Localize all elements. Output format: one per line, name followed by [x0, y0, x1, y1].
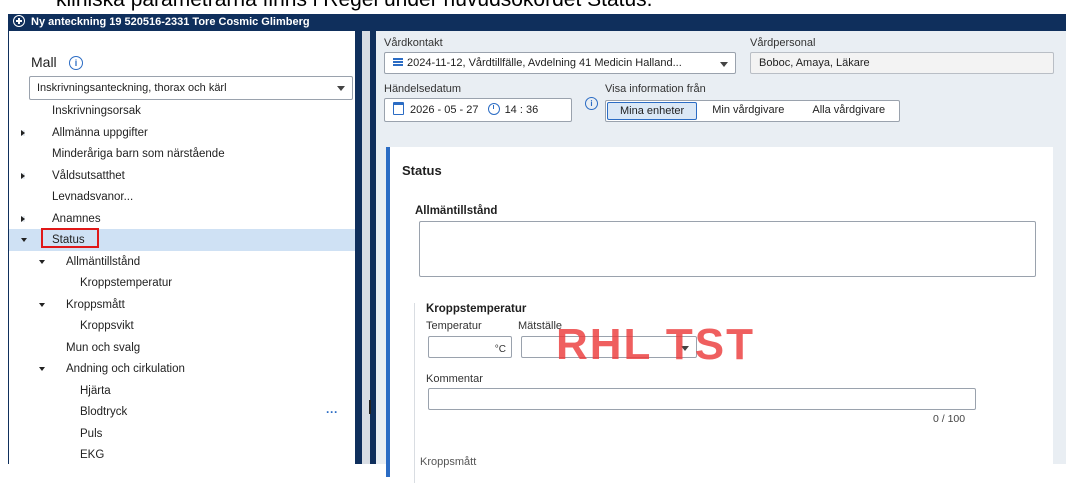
tree-item[interactable]: Kroppsmått: [9, 294, 355, 316]
handelsedatum-label: Händelsedatum: [384, 83, 462, 95]
collapse-arrow-icon[interactable]: [39, 302, 45, 307]
vardkontakt-select[interactable]: 2024-11-12, Vårdtillfälle, Avdelning 41 …: [384, 52, 736, 74]
template-select[interactable]: Inskrivningsanteckning, thorax och kärl: [29, 76, 353, 100]
chevron-down-icon: [720, 62, 728, 67]
test-environment-watermark: RHL TST: [556, 320, 755, 369]
tree-item[interactable]: EKG: [9, 444, 355, 466]
tree-item-label: EKG: [80, 449, 105, 461]
tree-item[interactable]: Mun och svalg: [9, 337, 355, 359]
tree-item[interactable]: Minderåriga barn som närstående: [9, 143, 355, 165]
expand-arrow-icon[interactable]: [21, 129, 25, 136]
status-card: Status Allmäntillstånd Kroppstemperatur …: [386, 147, 1053, 483]
tree-item-label: Kroppsvikt: [80, 320, 134, 332]
list-icon: [393, 58, 403, 66]
tree-item[interactable]: Andning och cirkulation: [9, 358, 355, 380]
tree-item[interactable]: Kroppstemperatur: [9, 272, 355, 294]
tree-item-label: Allmäntillstånd: [66, 255, 141, 268]
vardkontakt-value: 2024-11-12, Vårdtillfälle, Avdelning 41 …: [407, 57, 682, 69]
vardpersonal-value: Boboc, Amaya, Läkare: [759, 57, 870, 69]
tree-item-label: Hjärta: [80, 384, 111, 397]
tree-item[interactable]: Puls: [9, 423, 355, 445]
vardpersonal-field: Boboc, Amaya, Läkare: [750, 52, 1054, 74]
kommentar-label: Kommentar: [426, 373, 483, 385]
date-time-field[interactable]: 2026 - 05 - 27 14 : 36: [384, 98, 572, 122]
vardpersonal-label: Vårdpersonal: [750, 37, 816, 49]
time-value[interactable]: 14 : 36: [505, 104, 539, 116]
tree-item[interactable]: Inskrivningsorsak: [9, 100, 355, 122]
clock-icon[interactable]: [487, 103, 500, 115]
more-options-icon[interactable]: ···: [326, 401, 338, 423]
calendar-icon[interactable]: [393, 102, 404, 115]
window-title: Ny anteckning 19 520516-2331 Tore Cosmic…: [31, 16, 310, 28]
allmantillstand-textarea[interactable]: [419, 221, 1036, 277]
tree-item[interactable]: Anamnes: [9, 208, 355, 230]
info-icon[interactable]: i: [69, 56, 83, 70]
tree-item-label: Andning och cirkulation: [66, 363, 185, 375]
tree-item-label: Inskrivningsorsak: [52, 105, 141, 117]
tree-item-label: Minderåriga barn som närstående: [52, 148, 225, 160]
tree-item[interactable]: Våldsutsatthet: [9, 165, 355, 187]
info-icon[interactable]: i: [585, 97, 598, 110]
visa-segmented-control[interactable]: Mina enheter Min vårdgivare Alla vårdgivar…: [605, 100, 901, 122]
mall-label: Mall: [31, 54, 57, 70]
visa-option[interactable]: Min vårdgivare: [698, 101, 798, 121]
tree-item-label: Våldsutsatthet: [52, 169, 125, 182]
tree-item[interactable]: Hjärta: [9, 380, 355, 402]
collapse-arrow-icon[interactable]: [39, 259, 45, 264]
tree-item-label: Blodtryck: [80, 406, 128, 418]
visa-label: Visa information från: [605, 83, 706, 95]
tree-item[interactable]: Blodtryck ···: [9, 401, 355, 423]
next-section-title: Kroppsmått: [420, 456, 477, 468]
tree-item-label: Kroppsmått: [66, 298, 125, 311]
tree-item[interactable]: Allmäntillstånd: [9, 251, 355, 273]
top-caption: kliniska parametrarna finns i Regel unde…: [0, 0, 1066, 12]
collapse-arrow-icon[interactable]: [21, 238, 27, 242]
allmantillstand-label: Allmäntillstånd: [415, 205, 498, 217]
temperatur-input[interactable]: °C: [428, 336, 512, 358]
note-editor: Vårdkontakt 2024-11-12, Vårdtillfälle, A…: [376, 31, 1066, 483]
tree-item-label: Anamnes: [52, 212, 101, 225]
tree-item-label: Puls: [80, 427, 103, 440]
temperatur-unit: °C: [494, 344, 506, 355]
tree-item-label: Allmänna uppgifter: [52, 126, 148, 139]
kommentar-input[interactable]: [428, 388, 976, 410]
highlight-box: [41, 228, 99, 248]
temperatur-label: Temperatur: [426, 320, 482, 332]
tree-item[interactable]: Status: [9, 228, 355, 251]
kroppstemperatur-label: Kroppstemperatur: [426, 303, 527, 315]
tree-item-label: Kroppstemperatur: [80, 277, 173, 289]
new-note-icon: [13, 15, 25, 27]
chevron-down-icon: [337, 86, 345, 91]
expand-arrow-icon[interactable]: [21, 172, 25, 179]
kommentar-counter: 0 / 100: [933, 413, 966, 425]
date-value[interactable]: 2026 - 05 - 27: [410, 104, 479, 116]
collapse-arrow-icon[interactable]: [39, 367, 45, 371]
tree-item-label: Mun och svalg: [66, 341, 141, 354]
tree-item-label: Levnadsvanor...: [52, 191, 134, 203]
tree-item[interactable]: Allmänna uppgifter: [9, 122, 355, 144]
tree-item[interactable]: Kroppsvikt: [9, 315, 355, 337]
splitter-grip[interactable]: [369, 400, 371, 414]
section-title: Status: [402, 163, 442, 178]
expand-arrow-icon[interactable]: [21, 215, 25, 222]
tree-item[interactable]: Levnadsvanor...: [9, 186, 355, 208]
visa-option[interactable]: Mina enheter: [607, 102, 698, 120]
template-select-value: Inskrivningsanteckning, thorax och kärl: [37, 82, 227, 94]
visa-option[interactable]: Alla vårdgivare: [798, 101, 899, 121]
vardkontakt-label: Vårdkontakt: [384, 37, 443, 49]
window-titlebar: Ny anteckning 19 520516-2331 Tore Cosmic…: [8, 14, 1066, 31]
